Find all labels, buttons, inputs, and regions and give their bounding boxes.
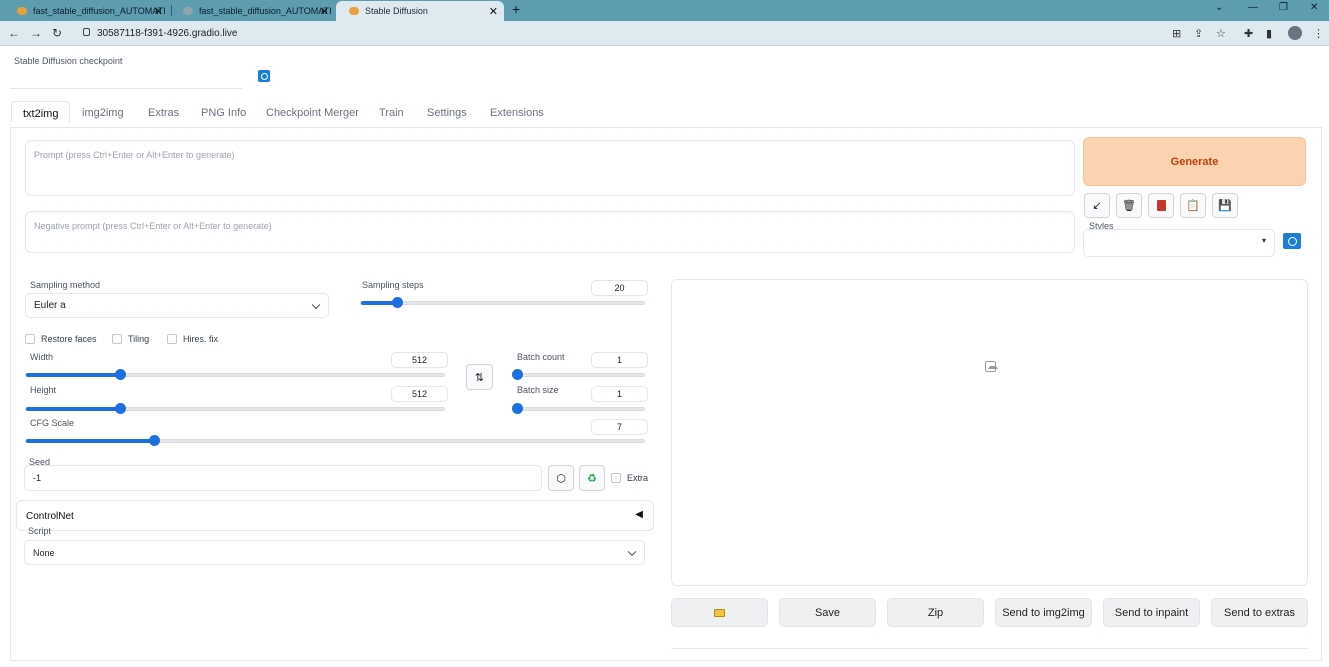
restore-icon[interactable]: ❐ (1279, 2, 1288, 13)
close-window-icon[interactable]: ✕ (1310, 2, 1318, 13)
interrupt-arrow-icon[interactable]: ↙ (1084, 193, 1110, 218)
script-dropdown[interactable]: None (24, 540, 645, 565)
close-tab-icon[interactable]: ✕ (154, 5, 163, 18)
script-label: Script (28, 526, 52, 536)
send-to-extras-button[interactable]: Send to extras (1211, 598, 1308, 627)
height-slider[interactable] (25, 403, 445, 414)
reuse-seed-recycle-icon[interactable]: ♻ (579, 465, 605, 491)
trash-icon[interactable]: 🗑 (1116, 193, 1142, 218)
sampling-steps-slider[interactable] (360, 297, 645, 308)
translate-icon[interactable]: ⊞ (1172, 27, 1181, 40)
tab-checkpoint-merger[interactable]: Checkpoint Merger (266, 107, 359, 119)
batch-count-label: Batch count (517, 352, 565, 362)
slider-thumb[interactable] (512, 403, 523, 414)
new-tab-icon[interactable]: + (512, 1, 520, 17)
refresh-styles-icon[interactable] (1283, 233, 1301, 249)
width-slider[interactable] (25, 369, 445, 380)
divider (671, 648, 1308, 649)
seed-input[interactable]: -1 (24, 465, 542, 491)
refresh-checkpoint-icon[interactable] (258, 70, 270, 82)
profile-avatar[interactable] (1288, 26, 1302, 40)
tab-img2img[interactable]: img2img (82, 107, 124, 119)
height-label: Height (30, 385, 57, 395)
random-seed-dice-icon[interactable]: ⬡ (548, 465, 574, 491)
browser-tab[interactable]: fast_stable_diffusion_AUTOMATI ✕ (170, 1, 335, 21)
bookmark-star-icon[interactable]: ☆ (1216, 27, 1226, 40)
menu-dots-icon[interactable]: ⋮ (1313, 27, 1324, 40)
cfg-scale-slider[interactable] (25, 435, 645, 446)
extra-seed-checkbox[interactable]: Extra (611, 473, 648, 483)
reload-icon[interactable]: ↻ (52, 26, 62, 40)
folder-icon (714, 608, 725, 617)
send-to-inpaint-button[interactable]: Send to inpaint (1103, 598, 1200, 627)
image-placeholder-icon (985, 361, 998, 372)
slider-thumb[interactable] (512, 369, 523, 380)
dropdown-arrow-icon: ▾ (1261, 236, 1266, 245)
sampling-method-dropdown[interactable]: Euler a (25, 293, 329, 318)
height-input[interactable]: 512 (391, 386, 448, 402)
tab-search-icon[interactable]: ⌄ (1215, 2, 1223, 13)
restore-faces-checkbox[interactable]: Restore faces (25, 334, 97, 344)
tab-extensions[interactable]: Extensions (490, 107, 544, 119)
controlnet-label: ControlNet (26, 511, 74, 522)
checkpoint-dropdown[interactable] (10, 69, 242, 89)
save-style-icon[interactable]: 💾 (1212, 193, 1238, 218)
batch-size-label: Batch size (517, 385, 559, 395)
chevron-down-icon (627, 547, 637, 556)
cfg-scale-label: CFG Scale (30, 418, 75, 428)
share-icon[interactable]: ⇪ (1194, 27, 1203, 40)
gradio-favicon-icon (349, 7, 359, 15)
collapse-triangle-icon[interactable]: ◀ (635, 509, 643, 520)
cfg-scale-input[interactable]: 7 (591, 419, 648, 435)
negative-prompt-input[interactable]: Negative prompt (press Ctrl+Enter or Alt… (25, 211, 1075, 253)
lock-icon (83, 28, 90, 36)
back-icon[interactable]: ← (8, 26, 20, 40)
send-to-img2img-button[interactable]: Send to img2img (995, 598, 1092, 627)
sampling-method-label: Sampling method (30, 280, 101, 290)
browser-tab[interactable]: fast_stable_diffusion_AUTOMATI ✕ (4, 1, 169, 21)
batch-count-slider[interactable] (512, 369, 645, 380)
prompt-input[interactable]: Prompt (press Ctrl+Enter or Alt+Enter to… (25, 140, 1075, 196)
width-label: Width (30, 352, 54, 362)
extensions-icon[interactable]: ✚ (1244, 27, 1253, 40)
tab-txt2img[interactable]: txt2img (11, 101, 71, 123)
tab-settings[interactable]: Settings (427, 107, 467, 119)
colab-favicon-icon (183, 7, 193, 15)
browser-tab-active[interactable]: Stable Diffusion ✕ (336, 1, 504, 21)
sampling-steps-label: Sampling steps (362, 280, 424, 290)
extra-networks-icon[interactable] (1148, 193, 1174, 218)
batch-size-slider[interactable] (512, 403, 645, 414)
width-input[interactable]: 512 (391, 352, 448, 368)
generate-button[interactable]: Generate (1083, 137, 1306, 186)
clipboard-icon[interactable]: 📋 (1180, 193, 1206, 218)
tab-png-info[interactable]: PNG Info (201, 107, 246, 119)
sampling-steps-input[interactable]: 20 (591, 280, 648, 296)
zip-button[interactable]: Zip (887, 598, 984, 627)
colab-favicon-icon (17, 7, 27, 15)
slider-thumb[interactable] (148, 435, 160, 446)
close-tab-icon[interactable]: ✕ (320, 5, 329, 18)
save-button[interactable]: Save (779, 598, 876, 627)
side-panel-icon[interactable]: ▮ (1266, 27, 1272, 40)
slider-thumb[interactable] (392, 297, 404, 308)
batch-size-input[interactable]: 1 (591, 386, 648, 402)
tiling-checkbox[interactable]: Tiling (112, 334, 149, 344)
tab-train[interactable]: Train (379, 107, 404, 119)
url-field[interactable]: 30587118-f391-4926.gradio.live (75, 24, 1165, 43)
close-tab-icon[interactable]: ✕ (489, 5, 498, 18)
minimize-icon[interactable]: — (1248, 2, 1258, 13)
controlnet-accordion[interactable]: ControlNet ◀ (16, 500, 654, 531)
swap-dimensions-icon[interactable]: ⇅ (466, 364, 493, 390)
output-gallery (671, 279, 1308, 586)
styles-dropdown[interactable]: ▾ (1083, 229, 1275, 257)
chevron-down-icon (311, 300, 321, 309)
open-folder-button[interactable] (671, 598, 768, 627)
checkpoint-label: Stable Diffusion checkpoint (14, 56, 123, 66)
tab-extras[interactable]: Extras (148, 107, 179, 119)
forward-icon[interactable]: → (30, 26, 42, 40)
browser-tab-bar: fast_stable_diffusion_AUTOMATI ✕ fast_st… (0, 0, 1329, 21)
batch-count-input[interactable]: 1 (591, 352, 648, 368)
address-bar-row: ← → ↻ 30587118-f391-4926.gradio.live ⊞ ⇪… (0, 21, 1329, 46)
hires-fix-checkbox[interactable]: Hires. fix (167, 334, 218, 344)
